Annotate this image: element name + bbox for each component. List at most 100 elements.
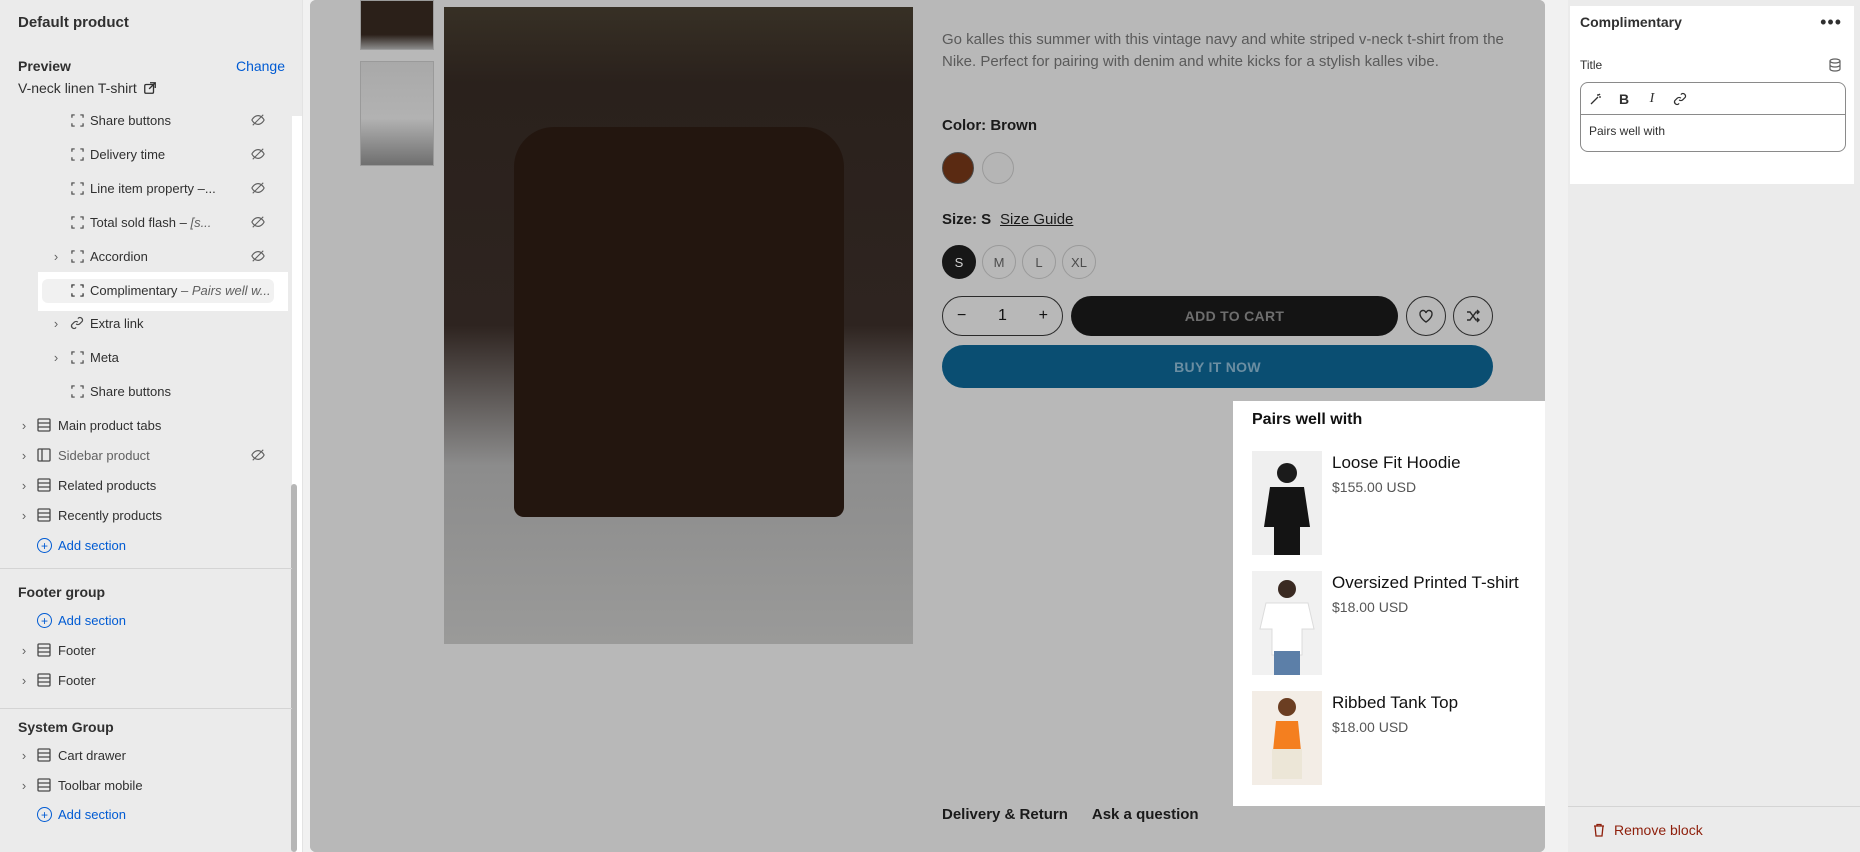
add-to-cart-button[interactable]: ADD TO CART <box>1071 296 1398 336</box>
complimentary-item[interactable]: Loose Fit Hoodie $155.00 USD <box>1252 451 1545 556</box>
preview-canvas[interactable]: Go kalles this summer with this vintage … <box>310 0 1545 852</box>
block-icon <box>70 249 84 263</box>
tree-item-share-buttons[interactable]: Share buttons <box>0 106 290 134</box>
rich-text-editor[interactable]: B I Pairs well with <box>1580 82 1846 152</box>
add-section-button[interactable]: + Add section <box>37 538 126 553</box>
tree-item-meta[interactable]: › Meta <box>0 343 290 371</box>
block-icon <box>70 147 84 161</box>
complimentary-block[interactable]: Pairs well with Loose Fit Hoodie $155.00… <box>1233 401 1545 806</box>
tab-delivery-return[interactable]: Delivery & Return <box>942 806 1068 823</box>
add-section-button[interactable]: + Add section <box>37 807 126 822</box>
tree-item-label: Share buttons <box>90 112 171 128</box>
product-name[interactable]: Loose Fit Hoodie <box>1332 453 1461 473</box>
add-section-button[interactable]: + Add section <box>37 613 126 628</box>
product-image[interactable] <box>1252 691 1322 785</box>
section-recently-products[interactable]: › Recently products <box>0 501 290 529</box>
magic-wand-icon[interactable] <box>1587 90 1605 108</box>
section-footer-2[interactable]: › Footer <box>0 666 290 694</box>
hidden-eye-icon[interactable] <box>250 146 266 162</box>
color-swatch-white[interactable] <box>982 152 1014 184</box>
section-footer[interactable]: › Footer <box>0 636 290 664</box>
wishlist-button[interactable] <box>1406 296 1446 336</box>
compare-button[interactable] <box>1453 296 1493 336</box>
tree-item-label: Meta <box>90 349 119 365</box>
section-cart-drawer[interactable]: › Cart drawer <box>0 741 290 769</box>
product-name[interactable]: Ribbed Tank Top <box>1332 693 1458 713</box>
quantity-stepper[interactable]: − 1 + <box>942 296 1063 336</box>
tree-item-total-sold-flash[interactable]: Total sold flash – [s... <box>0 208 290 236</box>
chevron-right-icon[interactable]: › <box>18 418 30 433</box>
tree-item-complimentary[interactable]: Complimentary – Pairs well w... <box>0 276 290 304</box>
title-field-label: Title <box>1580 58 1603 72</box>
chevron-right-icon[interactable]: › <box>50 350 62 365</box>
tree-item-extra-link[interactable]: › Extra link <box>0 309 290 337</box>
remove-block-button[interactable]: Remove block <box>1592 822 1703 838</box>
chevron-right-icon[interactable]: › <box>50 249 62 264</box>
section-toolbar-mobile[interactable]: › Toolbar mobile <box>0 771 290 799</box>
product-main-image[interactable] <box>444 7 913 644</box>
product-photo-shape <box>514 127 844 517</box>
section-icon <box>37 508 51 522</box>
chevron-right-icon[interactable]: › <box>18 748 30 763</box>
chevron-right-icon[interactable]: › <box>18 643 30 658</box>
plus-circle-icon: + <box>37 538 52 553</box>
change-preview-link[interactable]: Change <box>236 58 285 74</box>
tab-ask-question[interactable]: Ask a question <box>1092 806 1199 823</box>
hidden-eye-icon[interactable] <box>250 248 266 264</box>
link-icon <box>70 316 84 330</box>
product-price: $155.00 USD <box>1332 479 1417 495</box>
hidden-eye-icon[interactable] <box>250 447 266 463</box>
sidebar-scrollbar[interactable] <box>291 484 297 852</box>
section-label: Main product tabs <box>58 417 162 433</box>
chevron-right-icon[interactable]: › <box>18 778 30 793</box>
external-link-icon[interactable] <box>143 81 157 95</box>
product-image[interactable] <box>1252 571 1322 675</box>
section-main-product-tabs[interactable]: › Main product tabs <box>0 411 290 439</box>
section-related-products[interactable]: › Related products <box>0 471 290 499</box>
hidden-eye-icon[interactable] <box>250 112 266 128</box>
size-option-xl[interactable]: XL <box>1062 245 1096 279</box>
block-icon <box>70 350 84 364</box>
plus-icon[interactable]: + <box>1039 307 1048 325</box>
more-options-icon[interactable]: ••• <box>1820 12 1842 33</box>
product-image[interactable] <box>1252 451 1322 555</box>
block-icon <box>70 215 84 229</box>
tree-item-line-item-property[interactable]: Line item property –... <box>0 174 290 202</box>
preview-product-name: V-neck linen T-shirt <box>18 80 137 96</box>
complimentary-item[interactable]: Oversized Printed T-shirt $18.00 USD <box>1252 571 1545 676</box>
hidden-eye-icon[interactable] <box>250 214 266 230</box>
chevron-right-icon[interactable]: › <box>18 448 30 463</box>
italic-icon[interactable]: I <box>1643 90 1661 108</box>
bold-icon[interactable]: B <box>1615 90 1633 108</box>
buy-it-now-button[interactable]: BUY IT NOW <box>942 345 1493 388</box>
complimentary-item[interactable]: Ribbed Tank Top $18.00 USD <box>1252 691 1545 796</box>
shuffle-icon <box>1467 309 1480 323</box>
hidden-eye-icon[interactable] <box>250 180 266 196</box>
product-name[interactable]: Oversized Printed T-shirt <box>1332 573 1519 593</box>
size-guide-link[interactable]: Size Guide <box>1000 211 1073 228</box>
preview-product[interactable]: V-neck linen T-shirt <box>18 80 157 96</box>
section-sidebar-product[interactable]: › Sidebar product <box>0 441 290 469</box>
section-label: Cart drawer <box>58 747 126 763</box>
link-icon[interactable] <box>1671 90 1689 108</box>
tree-item-share-buttons-2[interactable]: Share buttons <box>0 377 290 405</box>
chevron-right-icon[interactable]: › <box>18 673 30 688</box>
size-option-s[interactable]: S <box>942 245 976 279</box>
chevron-right-icon[interactable]: › <box>18 478 30 493</box>
chevron-right-icon[interactable]: › <box>18 508 30 523</box>
tree-item-accordion[interactable]: › Accordion <box>0 242 290 270</box>
section-label: Recently products <box>58 507 163 523</box>
size-option-l[interactable]: L <box>1022 245 1056 279</box>
chevron-right-icon[interactable]: › <box>50 316 62 331</box>
color-swatch-brown[interactable] <box>942 152 974 184</box>
dynamic-source-icon[interactable] <box>1828 58 1842 72</box>
rte-content[interactable]: Pairs well with <box>1589 124 1665 138</box>
product-thumbnail[interactable] <box>360 0 434 50</box>
minus-icon[interactable]: − <box>957 307 966 325</box>
tree-item-label: Total sold flash – [s... <box>90 214 212 230</box>
quantity-value[interactable]: 1 <box>998 307 1007 325</box>
product-thumbnail[interactable] <box>360 61 434 166</box>
tree-item-delivery-time[interactable]: Delivery time <box>0 140 290 168</box>
size-option-m[interactable]: M <box>982 245 1016 279</box>
section-label: Sidebar product <box>58 447 150 463</box>
